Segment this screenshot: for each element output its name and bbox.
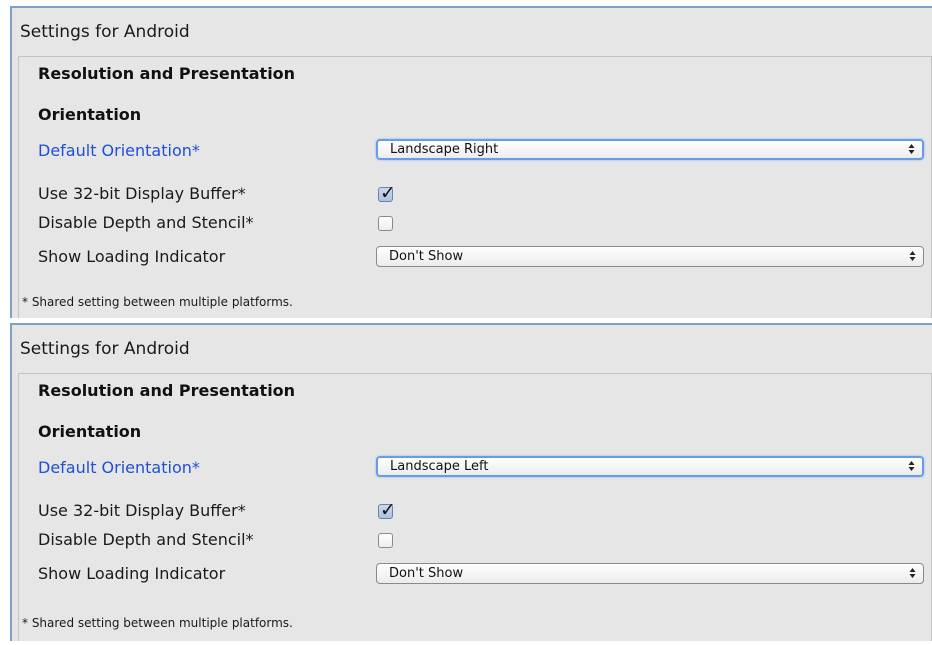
dropdown-value: Landscape Right bbox=[390, 142, 499, 157]
dropdown-value: Don't Show bbox=[389, 566, 464, 581]
section-title[interactable]: Resolution and Presentation bbox=[38, 64, 295, 83]
disable-depth-stencil-label: Disable Depth and Stencil* bbox=[38, 530, 254, 549]
use-32bit-buffer-checkbox[interactable]: ✓ bbox=[378, 499, 396, 521]
settings-panel-1: Settings for Android Resolution and Pres… bbox=[10, 6, 932, 318]
dropdown-value: Landscape Left bbox=[390, 459, 489, 474]
show-loading-indicator-dropdown[interactable]: Don't Show bbox=[376, 246, 924, 267]
up-down-arrows-icon bbox=[909, 564, 916, 583]
disable-depth-stencil-checkbox[interactable] bbox=[378, 533, 393, 548]
default-orientation-label: Default Orientation* bbox=[38, 141, 200, 160]
checkmark-icon: ✓ bbox=[380, 499, 396, 521]
up-down-arrows-icon bbox=[909, 247, 916, 266]
use-32bit-buffer-label: Use 32-bit Display Buffer* bbox=[38, 184, 246, 203]
disable-depth-stencil-label: Disable Depth and Stencil* bbox=[38, 213, 254, 232]
default-orientation-label: Default Orientation* bbox=[38, 458, 200, 477]
orientation-group-title: Orientation bbox=[38, 422, 142, 441]
panel-title: Settings for Android bbox=[20, 339, 190, 359]
default-orientation-dropdown[interactable]: Landscape Left bbox=[376, 456, 924, 477]
show-loading-indicator-dropdown[interactable]: Don't Show bbox=[376, 563, 924, 584]
up-down-arrows-icon bbox=[908, 141, 915, 158]
show-loading-indicator-label: Show Loading Indicator bbox=[38, 564, 226, 583]
up-down-arrows-icon bbox=[908, 458, 915, 475]
disable-depth-stencil-checkbox[interactable] bbox=[378, 216, 393, 231]
checkmark-icon: ✓ bbox=[380, 182, 396, 204]
default-orientation-dropdown[interactable]: Landscape Right bbox=[376, 139, 924, 160]
orientation-group-title: Orientation bbox=[38, 105, 142, 124]
shared-setting-footnote: * Shared setting between multiple platfo… bbox=[22, 616, 293, 630]
use-32bit-buffer-label: Use 32-bit Display Buffer* bbox=[38, 501, 246, 520]
settings-panel-2: Settings for Android Resolution and Pres… bbox=[10, 323, 932, 641]
shared-setting-footnote: * Shared setting between multiple platfo… bbox=[22, 295, 293, 309]
use-32bit-buffer-checkbox[interactable]: ✓ bbox=[378, 182, 396, 204]
panel-title: Settings for Android bbox=[20, 22, 190, 42]
show-loading-indicator-label: Show Loading Indicator bbox=[38, 247, 226, 266]
section-title[interactable]: Resolution and Presentation bbox=[38, 381, 295, 400]
dropdown-value: Don't Show bbox=[389, 249, 464, 264]
